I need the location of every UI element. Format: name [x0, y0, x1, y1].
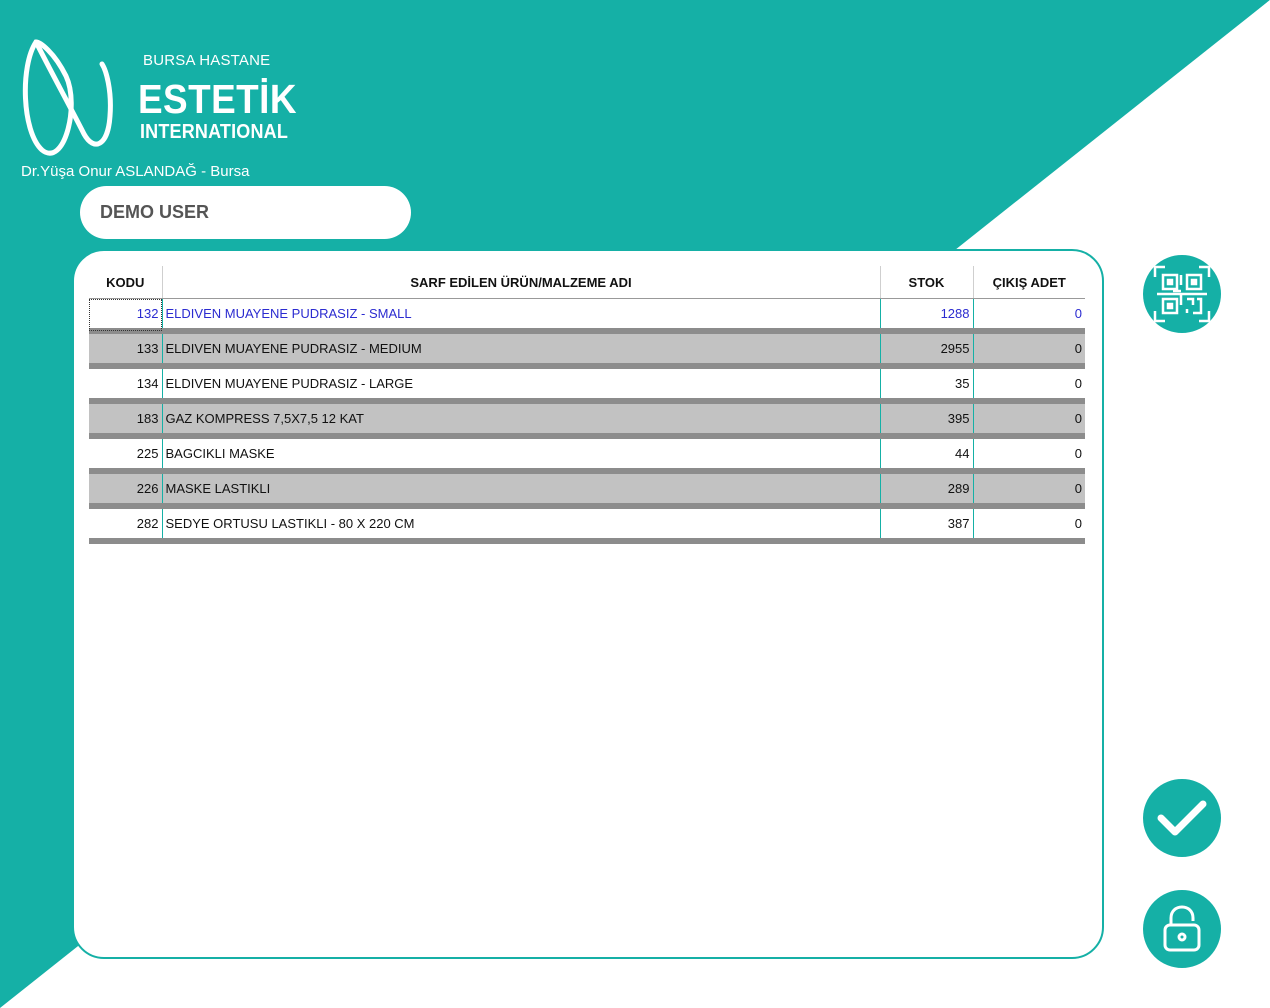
header-stock[interactable]: STOK — [880, 266, 974, 299]
cell-exit-quantity[interactable]: 0 — [973, 506, 1085, 544]
table-row[interactable]: 282 SEDYE ORTUSU LASTIKLI - 80 X 220 CM … — [89, 506, 1085, 544]
cell-product-name[interactable]: ELDIVEN MUAYENE PUDRASIZ - LARGE — [162, 366, 881, 404]
unlock-icon — [1163, 905, 1201, 952]
cell-exit-quantity[interactable]: 0 — [973, 331, 1085, 369]
table-row[interactable]: 226 MASKE LASTIKLI 289 0 — [89, 471, 1085, 509]
cell-stock[interactable]: 44 — [880, 436, 974, 474]
header-product-name[interactable]: SARF EDİLEN ÜRÜN/MALZEME ADI — [162, 266, 881, 299]
consumables-table: KODU SARF EDİLEN ÜRÜN/MALZEME ADI STOK Ç… — [89, 266, 1085, 544]
table-row[interactable]: 183 GAZ KOMPRESS 7,5X7,5 12 KAT 395 0 — [89, 401, 1085, 439]
cell-product-name[interactable]: ELDIVEN MUAYENE PUDRASIZ - SMALL — [162, 298, 881, 334]
hospital-label: BURSA HASTANE — [143, 52, 271, 69]
cell-product-name[interactable]: SEDYE ORTUSU LASTIKLI - 80 X 220 CM — [162, 506, 881, 544]
checkmark-icon — [1157, 800, 1207, 836]
cell-stock[interactable]: 395 — [880, 401, 974, 439]
cell-product-name[interactable]: MASKE LASTIKLI — [162, 471, 881, 509]
consumables-panel: KODU SARF EDİLEN ÜRÜN/MALZEME ADI STOK Ç… — [72, 249, 1104, 959]
cell-exit-quantity[interactable]: 0 — [973, 401, 1085, 439]
table-header-row: KODU SARF EDİLEN ÜRÜN/MALZEME ADI STOK Ç… — [89, 266, 1085, 299]
table-row[interactable]: 134 ELDIVEN MUAYENE PUDRASIZ - LARGE 35 … — [89, 366, 1085, 404]
brand-name: ESTETİK — [138, 76, 297, 122]
header-kodu[interactable]: KODU — [89, 266, 163, 299]
cell-product-name[interactable]: ELDIVEN MUAYENE PUDRASIZ - MEDIUM — [162, 331, 881, 369]
cell-exit-quantity[interactable]: 0 — [973, 436, 1085, 474]
cell-kodu[interactable]: 226 — [89, 471, 163, 509]
cell-stock[interactable]: 2955 — [880, 331, 974, 369]
cell-kodu[interactable]: 282 — [89, 506, 163, 544]
cell-kodu[interactable]: 183 — [89, 401, 163, 439]
cell-kodu[interactable]: 133 — [89, 331, 163, 369]
cell-product-name[interactable]: GAZ KOMPRESS 7,5X7,5 12 KAT — [162, 401, 881, 439]
cell-product-name[interactable]: BAGCIKLI MASKE — [162, 436, 881, 474]
header-exit-quantity[interactable]: ÇIKIŞ ADET — [973, 266, 1085, 299]
table-row[interactable]: 132 ELDIVEN MUAYENE PUDRASIZ - SMALL 128… — [89, 298, 1085, 334]
brand-subtitle: INTERNATIONAL — [140, 121, 288, 143]
cell-exit-quantity[interactable]: 0 — [973, 471, 1085, 509]
cell-kodu[interactable]: 225 — [89, 436, 163, 474]
cell-stock[interactable]: 289 — [880, 471, 974, 509]
qr-code-icon — [1153, 265, 1211, 323]
cell-kodu[interactable]: 132 — [89, 298, 163, 334]
lock-button[interactable] — [1142, 889, 1222, 969]
cell-stock[interactable]: 35 — [880, 366, 974, 404]
table-row[interactable]: 133 ELDIVEN MUAYENE PUDRASIZ - MEDIUM 29… — [89, 331, 1085, 369]
cell-stock[interactable]: 1288 — [880, 298, 974, 334]
doctor-name: Dr.Yüşa Onur ASLANDAĞ - Bursa — [21, 163, 250, 180]
table-row[interactable]: 225 BAGCIKLI MASKE 44 0 — [89, 436, 1085, 474]
cell-exit-quantity[interactable]: 0 — [973, 366, 1085, 404]
user-name-field: DEMO USER — [80, 186, 411, 239]
cell-exit-quantity[interactable]: 0 — [973, 298, 1085, 334]
confirm-button[interactable] — [1142, 778, 1222, 858]
cell-stock[interactable]: 387 — [880, 506, 974, 544]
cell-kodu[interactable]: 134 — [89, 366, 163, 404]
qr-scan-button[interactable] — [1142, 254, 1222, 334]
logo-mark-icon — [22, 39, 113, 156]
